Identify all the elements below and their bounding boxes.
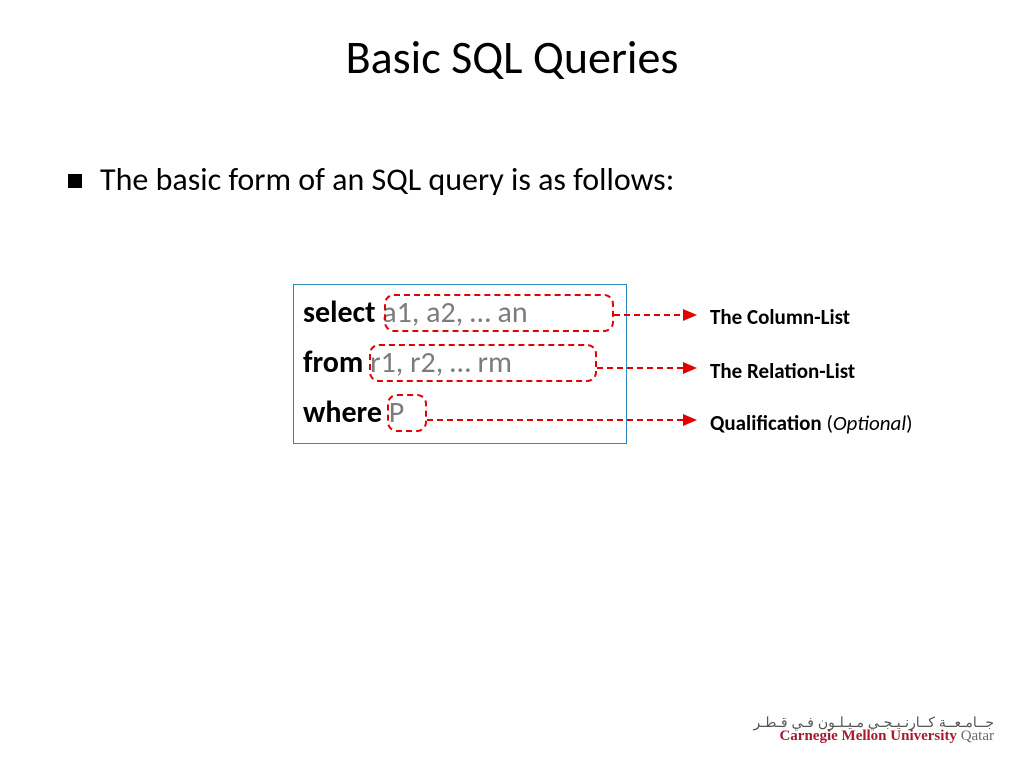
bullet-marker-icon bbox=[68, 174, 82, 188]
keyword-where: where bbox=[303, 394, 382, 431]
keyword-from: from bbox=[303, 344, 363, 381]
highlight-column-list bbox=[384, 294, 614, 332]
annotation-qualification-note: Optional bbox=[833, 410, 906, 436]
annotation-qualification: Qualification (Optional) bbox=[710, 410, 913, 436]
annotation-column-list: The Column-List bbox=[710, 304, 850, 330]
bullet-row: The basic form of an SQL query is as fol… bbox=[68, 160, 674, 200]
slide-title: Basic SQL Queries bbox=[0, 30, 1024, 86]
footer-en-grey: Qatar bbox=[957, 728, 994, 744]
bullet-text: The basic form of an SQL query is as fol… bbox=[100, 160, 674, 200]
footer-arabic: جــامـعــة كــارنـيـجـي مـيـلـون فـي قـط… bbox=[753, 715, 994, 729]
footer-logo: جــامـعــة كــارنـيـجـي مـيـلـون فـي قـط… bbox=[753, 715, 994, 744]
annotation-qualification-label: Qualification bbox=[710, 410, 822, 436]
highlight-relation-list bbox=[369, 344, 597, 382]
highlight-qualification bbox=[387, 394, 427, 432]
annotation-relation-list: The Relation-List bbox=[710, 358, 855, 384]
keyword-select: select bbox=[303, 294, 376, 331]
footer-en-red: Carnegie Mellon University bbox=[779, 728, 956, 744]
footer-english: Carnegie Mellon University Qatar bbox=[753, 729, 994, 744]
